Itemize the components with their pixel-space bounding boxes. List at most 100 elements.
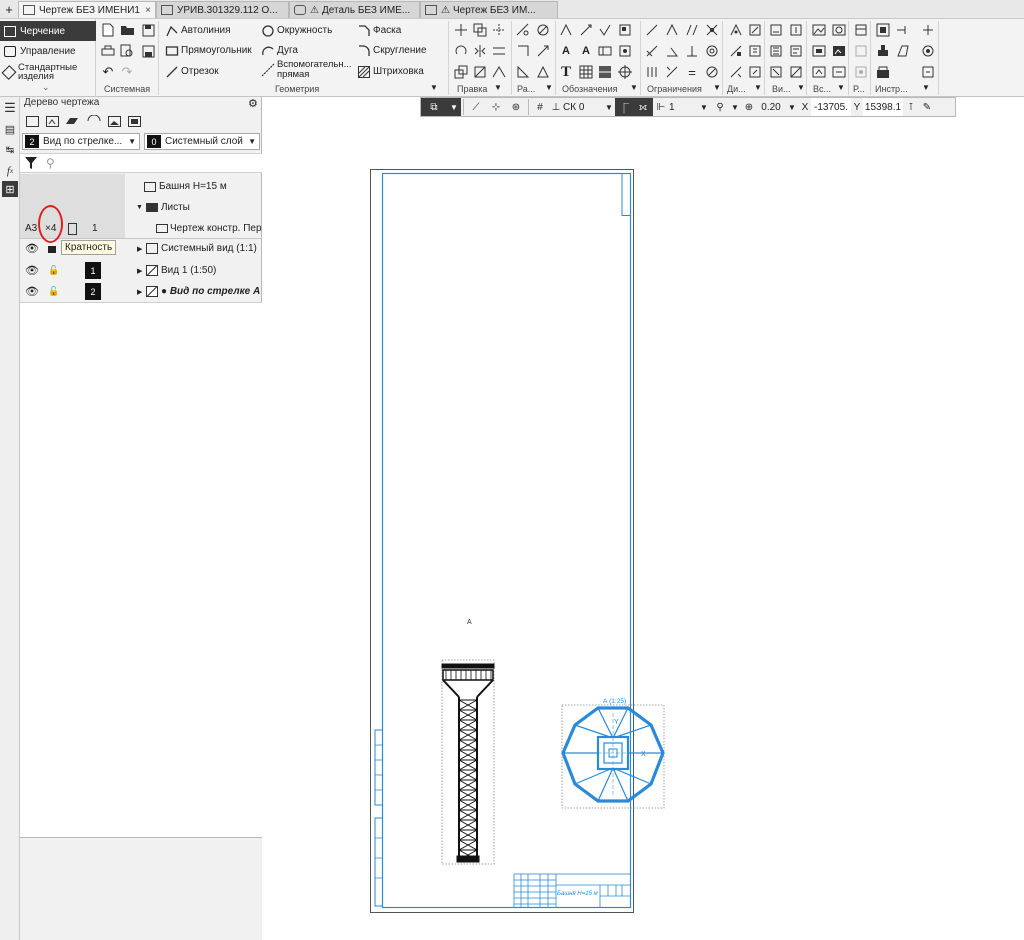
concentric-icon[interactable] (704, 43, 720, 59)
tab-part[interactable]: ⚠ Деталь БЕЗ ИМЕ... (289, 1, 420, 18)
tree-root-item[interactable]: Башня Н=15 м (144, 176, 227, 197)
insert-image-icon[interactable] (811, 22, 827, 38)
array-icon[interactable] (491, 43, 507, 59)
eye-icon[interactable]: 👁 (25, 285, 39, 298)
equal-icon[interactable]: = (684, 64, 700, 80)
mode-drafting[interactable]: Черчение (0, 21, 96, 41)
mirror-icon[interactable] (472, 43, 488, 59)
center-mark-icon[interactable] (617, 64, 633, 80)
variables-icon[interactable]: ↹ (2, 142, 18, 158)
tools-cut-icon[interactable] (895, 22, 911, 38)
view-detail-icon[interactable] (788, 43, 804, 59)
arc-button[interactable]: Дуга (260, 43, 298, 58)
lock-icon[interactable] (48, 246, 56, 253)
open-folder-icon[interactable] (119, 22, 135, 38)
sheet-orientation-icon[interactable] (68, 222, 77, 235)
text-with-leader-icon[interactable]: A (558, 43, 574, 59)
fillet-button[interactable]: Скругление (356, 43, 427, 58)
perpendicular-icon[interactable] (644, 43, 660, 59)
expand-icon[interactable]: ▶ (137, 288, 142, 296)
angle-constraint-icon[interactable] (664, 43, 680, 59)
auxiliary-line-button[interactable]: Вспомогательн... прямая (260, 60, 352, 79)
expand-icon[interactable]: ▶ (137, 267, 142, 275)
break-icon[interactable] (491, 64, 507, 80)
table-mark-icon[interactable] (617, 43, 633, 59)
check-icon[interactable] (728, 64, 744, 80)
library-icon[interactable] (126, 114, 142, 128)
insert-fragment-icon[interactable] (811, 43, 827, 59)
measure-icon[interactable] (728, 43, 744, 59)
gear-icon[interactable]: ⚙ (248, 97, 258, 110)
chevron-down-icon[interactable]: ⌄ (42, 82, 50, 93)
segment-button[interactable]: Отрезок (164, 64, 219, 79)
insert-link-icon[interactable] (831, 64, 847, 80)
view-section-icon[interactable] (768, 43, 784, 59)
view-local-icon[interactable] (768, 64, 784, 80)
horizontal-constraint-icon[interactable] (644, 22, 660, 38)
tree-row-view-1[interactable]: 👁 🔓 1 ▶ Вид 1 (1:50) (20, 260, 262, 281)
chevron-down-icon[interactable]: ▼ (494, 83, 502, 92)
insert-raster-icon[interactable] (831, 43, 847, 59)
vertical-constraint-icon[interactable] (664, 22, 680, 38)
arrow-view-icon[interactable]: A (578, 43, 594, 59)
chevron-down-icon[interactable]: ▼ (922, 83, 930, 92)
symmetry-icon[interactable] (664, 64, 680, 80)
collapse-icon[interactable]: ▼ (136, 204, 143, 211)
leader-icon[interactable] (558, 22, 574, 38)
tab-assembly[interactable]: УРИВ.301329.112 О... (156, 1, 289, 18)
move-icon[interactable] (453, 22, 469, 38)
lock-icon[interactable]: 🔓 (48, 265, 59, 276)
image-icon[interactable] (106, 114, 122, 128)
eye-icon[interactable]: 👁 (25, 264, 39, 277)
no-entry-icon[interactable] (535, 22, 551, 38)
new-tab-button[interactable]: + (1, 1, 17, 18)
chevron-down-icon[interactable]: ▼ (754, 83, 762, 92)
collinear-icon[interactable] (704, 64, 720, 80)
scale-icon[interactable] (453, 64, 469, 80)
tools-options-icon[interactable] (920, 64, 936, 80)
roughness-icon[interactable] (597, 22, 613, 38)
tools-settings-icon[interactable] (920, 43, 936, 59)
undo-icon[interactable]: ↶ (100, 64, 116, 80)
tools-paint-icon[interactable] (875, 43, 891, 59)
search-icon[interactable]: ⚲ (46, 156, 55, 170)
tree-row-system-view[interactable]: 👁 ▶ Системный вид (1:1) (20, 238, 262, 259)
tools-library-icon[interactable] (875, 64, 891, 80)
tolerance-icon[interactable] (597, 43, 613, 59)
view-arrow-icon[interactable] (788, 22, 804, 38)
parallel-icon[interactable] (684, 22, 700, 38)
position-icon[interactable] (578, 22, 594, 38)
view-tree-icon[interactable] (44, 114, 60, 128)
trim-icon[interactable] (491, 22, 507, 38)
view-select[interactable]: 2 Вид по стрелке... ▼ (22, 133, 140, 150)
sheet-icon[interactable] (24, 114, 40, 128)
lock-icon[interactable]: 🔓 (48, 286, 59, 297)
circle-button[interactable]: Окружность (260, 23, 332, 38)
report-icon[interactable] (747, 64, 763, 80)
deform-icon[interactable] (472, 64, 488, 80)
close-icon[interactable]: × (145, 5, 151, 16)
tools-stamp-icon[interactable] (875, 22, 891, 38)
save-icon[interactable] (140, 22, 156, 38)
mode-standard-parts[interactable]: Стандартные изделия (0, 61, 96, 83)
fix-icon[interactable] (684, 43, 700, 59)
chevron-down-icon[interactable]: ▼ (545, 83, 553, 92)
properties-icon[interactable]: ▤ (2, 121, 18, 137)
print-icon[interactable] (100, 43, 116, 59)
save-as-icon[interactable] (140, 43, 156, 59)
info-icon[interactable] (747, 43, 763, 59)
rectangle-button[interactable]: Прямоугольник (164, 43, 252, 58)
chevron-down-icon[interactable]: ▼ (797, 83, 805, 92)
radial-size-icon[interactable] (535, 43, 551, 59)
eye-icon[interactable]: 👁 (25, 242, 39, 255)
function-icon[interactable]: fx (2, 163, 18, 179)
tree-icon[interactable]: ⊞ (2, 181, 18, 197)
report-table-icon[interactable] (853, 22, 869, 38)
text-icon[interactable]: T (558, 64, 574, 80)
view-break-icon[interactable] (788, 64, 804, 80)
redo-icon[interactable]: ↷ (119, 64, 135, 80)
insert-picture-icon[interactable] (831, 22, 847, 38)
rotate-icon[interactable] (453, 43, 469, 59)
base-icon[interactable] (617, 22, 633, 38)
tangent-icon[interactable] (644, 64, 660, 80)
